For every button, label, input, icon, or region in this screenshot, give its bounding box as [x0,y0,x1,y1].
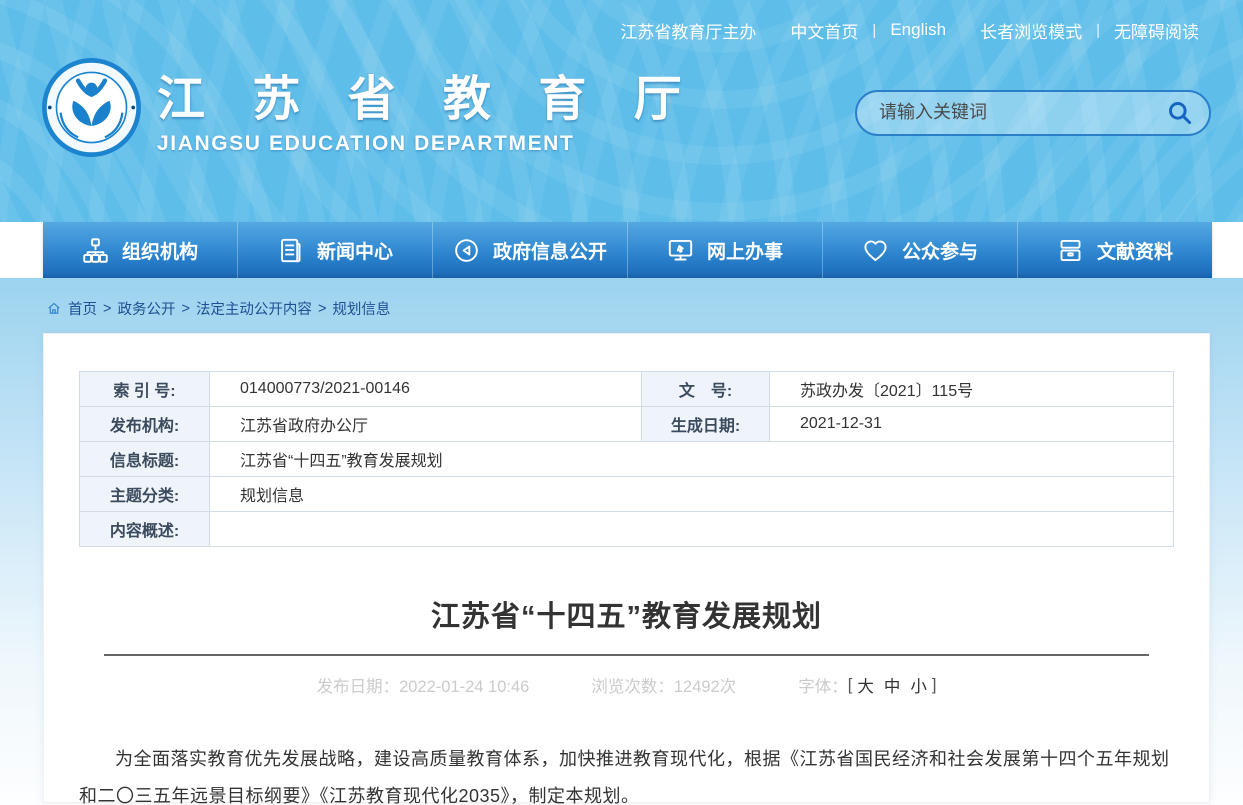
nav-label: 网上办事 [707,237,783,264]
top-utility-bar: 江苏省教育厅主办 中文首页 | English 长者浏览模式 | 无障碍阅读 [0,0,1243,52]
nav-item-documents[interactable]: 文献资料 [1018,222,1212,278]
article-paragraph: 为全面落实教育优先发展战略，建设高质量教育体系，加快推进教育现代化，根据《江苏省… [79,741,1174,805]
site-title: 江 苏 省 教 育 厅 [157,59,699,129]
breadcrumb-planning-info[interactable]: 规划信息 [332,298,390,319]
nav-item-online-services[interactable]: 网上办事 [628,222,823,278]
page-header: 江苏省教育厅主办 中文首页 | English 长者浏览模式 | 无障碍阅读 [0,0,1243,222]
views-value: 12492次 [674,678,736,696]
main-navigation: 组织机构 新闻中心 政府信息公开 网上办事 公众参与 文献资 [43,222,1212,278]
font-size-medium-button[interactable]: 中 [884,673,901,697]
search-box [855,90,1211,136]
breadcrumb: 首页 > 政务公开 > 法定主动公开内容 > 规划信息 [0,278,1243,333]
article-card: 索 引 号: 014000773/2021-00146 文 号: 苏政办发〔20… [43,333,1210,803]
info-title-value: 江苏省“十四五”教育发展规划 [210,442,1174,477]
font-size-large-button[interactable]: 大 [857,673,874,697]
search-icon [1166,99,1193,126]
content-background: 首页 > 政务公开 > 法定主动公开内容 > 规划信息 索 引 号: 01400… [0,278,1243,805]
views-label: 浏览次数： [591,678,674,696]
publisher-label: 发布机构: [80,407,210,442]
host-link[interactable]: 江苏省教育厅主办 [620,18,756,43]
nav-label: 组织机构 [122,237,198,264]
font-close-bracket: ] [932,676,937,695]
publish-date-label: 发布日期： [317,678,400,696]
news-icon [277,237,304,264]
heart-icon [862,237,889,264]
font-size-small-button[interactable]: 小 [910,673,927,697]
index-number-label: 索 引 号: [80,372,210,407]
site-title-english: JIANGSU EDUCATION DEPARTMENT [157,132,699,156]
online-services-icon [667,237,694,264]
category-value: 规划信息 [210,477,1174,512]
elder-mode-link[interactable]: 长者浏览模式 [980,18,1082,43]
nav-label: 文献资料 [1097,237,1173,264]
education-department-emblem-icon [40,56,143,159]
breadcrumb-gov-disclosure[interactable]: 政务公开 [117,298,175,319]
title-divider [104,654,1149,656]
article-title: 江苏省“十四五”教育发展规划 [44,593,1209,635]
breadcrumb-separator: > [181,301,189,317]
doc-number-value: 苏政办发〔2021〕115号 [770,372,1174,407]
summary-value [210,512,1174,547]
home-icon [46,301,62,316]
font-size-label: 字体： [798,673,848,697]
publish-date-value: 2022-01-24 10:46 [399,678,529,696]
date-value: 2021-12-31 [770,407,1174,442]
nav-label: 新闻中心 [317,237,393,264]
topbar-divider: | [872,22,876,39]
category-label: 主题分类: [80,477,210,512]
nav-item-info-disclosure[interactable]: 政府信息公开 [433,222,628,278]
chinese-home-link[interactable]: 中文首页 [790,18,858,43]
info-title-label: 信息标题: [80,442,210,477]
document-meta-table: 索 引 号: 014000773/2021-00146 文 号: 苏政办发〔20… [79,371,1174,547]
publisher-value: 江苏省政府办公厅 [210,407,642,442]
english-link[interactable]: English [890,20,946,40]
breadcrumb-statutory-content[interactable]: 法定主动公开内容 [196,298,312,319]
nav-item-organization[interactable]: 组织机构 [43,222,238,278]
site-logo[interactable]: 江 苏 省 教 育 厅 JIANGSU EDUCATION DEPARTMENT [40,56,699,159]
nav-label: 政府信息公开 [493,237,607,264]
font-open-bracket: [ [848,676,853,695]
search-button[interactable] [1166,99,1193,126]
topbar-divider: | [1096,22,1100,39]
summary-label: 内容概述: [80,512,210,547]
nav-label: 公众参与 [902,237,978,264]
accessibility-link[interactable]: 无障碍阅读 [1114,18,1199,43]
article-meta-row: 发布日期：2022-01-24 10:46 浏览次数：12492次 字体：[大中… [44,673,1209,697]
archive-icon [1057,237,1084,264]
info-disclosure-icon [453,237,480,264]
index-number-value: 014000773/2021-00146 [210,372,642,407]
nav-item-public-participation[interactable]: 公众参与 [823,222,1018,278]
breadcrumb-home[interactable]: 首页 [68,298,97,319]
org-chart-icon [82,237,109,264]
breadcrumb-separator: > [318,301,326,317]
date-label: 生成日期: [642,407,770,442]
breadcrumb-separator: > [103,301,111,317]
doc-number-label: 文 号: [642,372,770,407]
nav-item-news[interactable]: 新闻中心 [238,222,433,278]
search-input[interactable] [879,102,1166,123]
